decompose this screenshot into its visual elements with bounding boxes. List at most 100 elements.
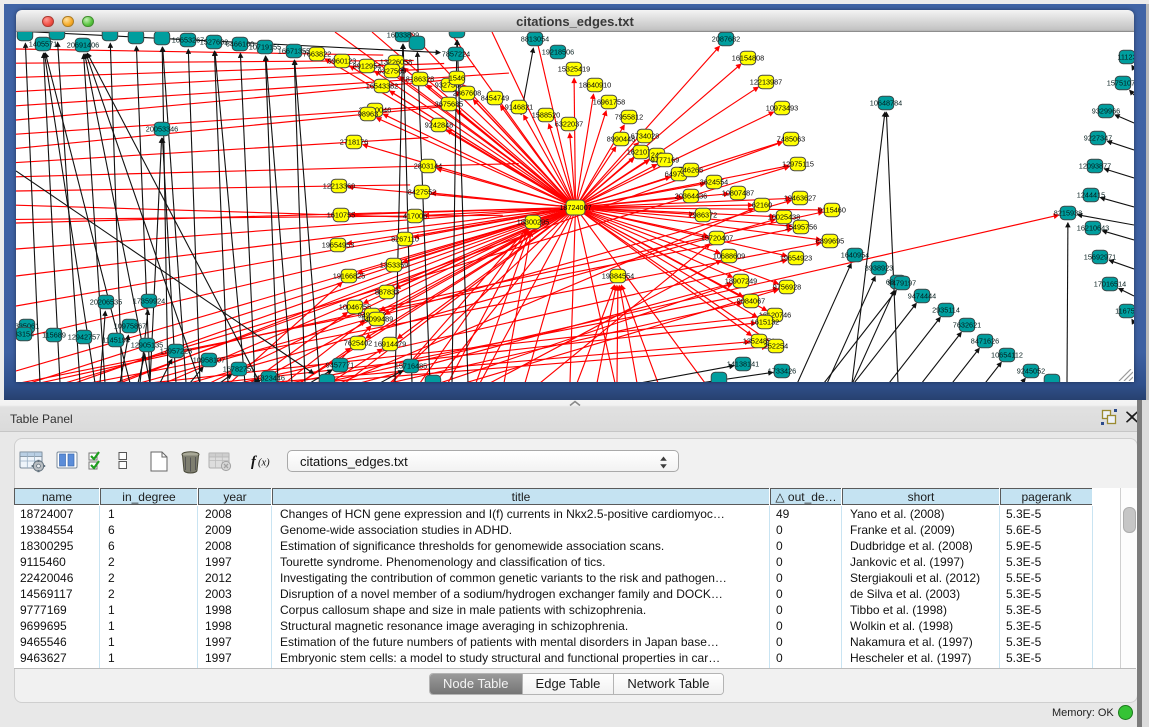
- svg-text:20053346: 20053346: [146, 124, 178, 133]
- svg-text:6899695: 6899695: [816, 236, 844, 245]
- svg-text:20691406: 20691406: [67, 40, 99, 49]
- svg-text:2803144: 2803144: [414, 161, 442, 170]
- svg-text:116753: 116753: [1115, 306, 1134, 315]
- svg-text:14138141: 14138141: [727, 359, 759, 368]
- svg-text:10654112: 10654112: [991, 350, 1023, 359]
- svg-text:17016514: 17016514: [1094, 279, 1126, 288]
- svg-text:8938923: 8938923: [865, 263, 893, 272]
- svg-text:8215938: 8215938: [1054, 208, 1082, 217]
- svg-text:115689: 115689: [42, 330, 66, 339]
- svg-text:3624554: 3624554: [700, 177, 728, 186]
- svg-text:8427552: 8427552: [408, 187, 436, 196]
- svg-text:1145194: 1145194: [102, 335, 130, 344]
- svg-text:16914479: 16914479: [374, 339, 406, 348]
- svg-text:9457771: 9457771: [326, 360, 354, 369]
- svg-text:1733426: 1733426: [768, 366, 796, 375]
- svg-text:1610755: 1610755: [327, 210, 355, 219]
- svg-text:3675685: 3675685: [435, 99, 463, 108]
- svg-text:9115460: 9115460: [818, 205, 846, 214]
- svg-text:15495756: 15495756: [785, 222, 817, 231]
- svg-text:14099489: 14099489: [361, 314, 393, 323]
- svg-text:10975867: 10975867: [114, 321, 146, 330]
- svg-text:19384554: 19384554: [602, 271, 634, 280]
- svg-text:10958107: 10958107: [193, 355, 225, 364]
- svg-text:7485063: 7485063: [777, 134, 805, 143]
- svg-text:6322037: 6322037: [555, 119, 583, 128]
- svg-text:17957223: 17957223: [160, 346, 192, 355]
- svg-text:9084067: 9084067: [737, 296, 765, 305]
- svg-text:18300295: 18300295: [517, 217, 549, 226]
- svg-text:15751074: 15751074: [1107, 78, 1134, 87]
- svg-text:12975115: 12975115: [782, 159, 814, 168]
- svg-text:12905135: 12905135: [131, 340, 163, 349]
- svg-text:62160: 62160: [752, 200, 772, 209]
- svg-text:9329966: 9329966: [1092, 106, 1120, 115]
- svg-text:18724007: 18724007: [559, 203, 591, 212]
- svg-text:8186328: 8186328: [406, 74, 434, 83]
- svg-text:252254: 252254: [764, 341, 788, 350]
- svg-text:19218506: 19218506: [542, 47, 574, 56]
- svg-text:9479197: 9479197: [888, 278, 916, 287]
- svg-text:1405571: 1405571: [29, 39, 57, 48]
- svg-text:9756928: 9756928: [773, 282, 801, 291]
- svg-text:1588520: 1588520: [532, 110, 560, 119]
- svg-text:16543382: 16543382: [366, 81, 398, 90]
- svg-text:2718176: 2718176: [340, 137, 368, 146]
- svg-text:1527602: 1527602: [200, 37, 228, 46]
- svg-text:19654953: 19654953: [322, 240, 354, 249]
- svg-text:11123: 11123: [1117, 52, 1134, 61]
- svg-text:11323446: 11323446: [253, 373, 285, 382]
- svg-text:7625402: 7625402: [344, 338, 372, 347]
- svg-text:9245052: 9245052: [1017, 366, 1045, 375]
- svg-text:18640910: 18640910: [579, 80, 611, 89]
- svg-text:12213369: 12213369: [323, 181, 355, 190]
- svg-text:7857224: 7857224: [442, 49, 470, 58]
- svg-text:15720407: 15720407: [701, 233, 733, 242]
- svg-text:16961758: 16961758: [593, 97, 625, 106]
- svg-text:33154: 33154: [16, 329, 34, 338]
- svg-text:20364436: 20364436: [675, 191, 707, 200]
- svg-text:8471626: 8471626: [971, 336, 999, 345]
- svg-text:10648784: 10648784: [870, 98, 902, 107]
- svg-text:7955812: 7955812: [615, 112, 643, 121]
- svg-text:2367608: 2367608: [453, 88, 481, 97]
- svg-text:8813054: 8813054: [521, 34, 549, 43]
- svg-text:9777169: 9777169: [651, 155, 679, 164]
- svg-text:12942757: 12942757: [68, 332, 100, 341]
- svg-text:8454749: 8454749: [481, 93, 509, 102]
- svg-text:12213987: 12213987: [750, 77, 782, 86]
- svg-text:1244415: 1244415: [1077, 190, 1105, 199]
- svg-text:7986372: 7986372: [689, 210, 717, 219]
- svg-text:98963: 98963: [358, 109, 378, 118]
- svg-text:746266: 746266: [679, 165, 703, 174]
- svg-text:19654923: 19654923: [780, 253, 812, 262]
- svg-text:9474444: 9474444: [908, 291, 936, 300]
- svg-text:9227347: 9227347: [1084, 133, 1112, 142]
- svg-text:12093877: 12093877: [1079, 161, 1111, 170]
- svg-text:15325419: 15325419: [558, 64, 590, 73]
- svg-text:(x): (x): [258, 458, 270, 469]
- svg-text:1353359: 1353359: [380, 260, 408, 269]
- svg-text:15692971: 15692971: [1084, 252, 1116, 261]
- svg-text:10025438: 10025438: [768, 212, 800, 221]
- svg-text:9327509: 9327509: [378, 66, 406, 75]
- svg-text:9146821: 9146821: [505, 102, 533, 111]
- svg-text:10719155: 10719155: [249, 42, 281, 51]
- svg-text:19463627: 19463627: [784, 193, 816, 202]
- svg-text:16782759: 16782759: [223, 364, 255, 373]
- svg-text:1640954: 1640954: [841, 250, 869, 259]
- svg-text:9242848: 9242848: [425, 120, 453, 129]
- svg-text:1546: 1546: [449, 73, 465, 82]
- svg-text:16210643: 16210643: [1077, 223, 1109, 232]
- svg-text:417006: 417006: [403, 211, 427, 220]
- svg-text:17359924: 17359924: [133, 296, 165, 305]
- svg-text:10973493: 10973493: [766, 103, 798, 112]
- svg-text:8267110: 8267110: [391, 234, 419, 243]
- svg-text:1615132: 1615132: [751, 317, 779, 326]
- svg-text:19166825: 19166825: [333, 271, 365, 280]
- svg-text:10688609: 10688609: [713, 251, 745, 260]
- svg-text:2935114: 2935114: [932, 305, 960, 314]
- svg-text:7632621: 7632621: [953, 320, 981, 329]
- svg-text:10807487: 10807487: [722, 188, 754, 197]
- svg-text:6734028: 6734028: [631, 131, 659, 140]
